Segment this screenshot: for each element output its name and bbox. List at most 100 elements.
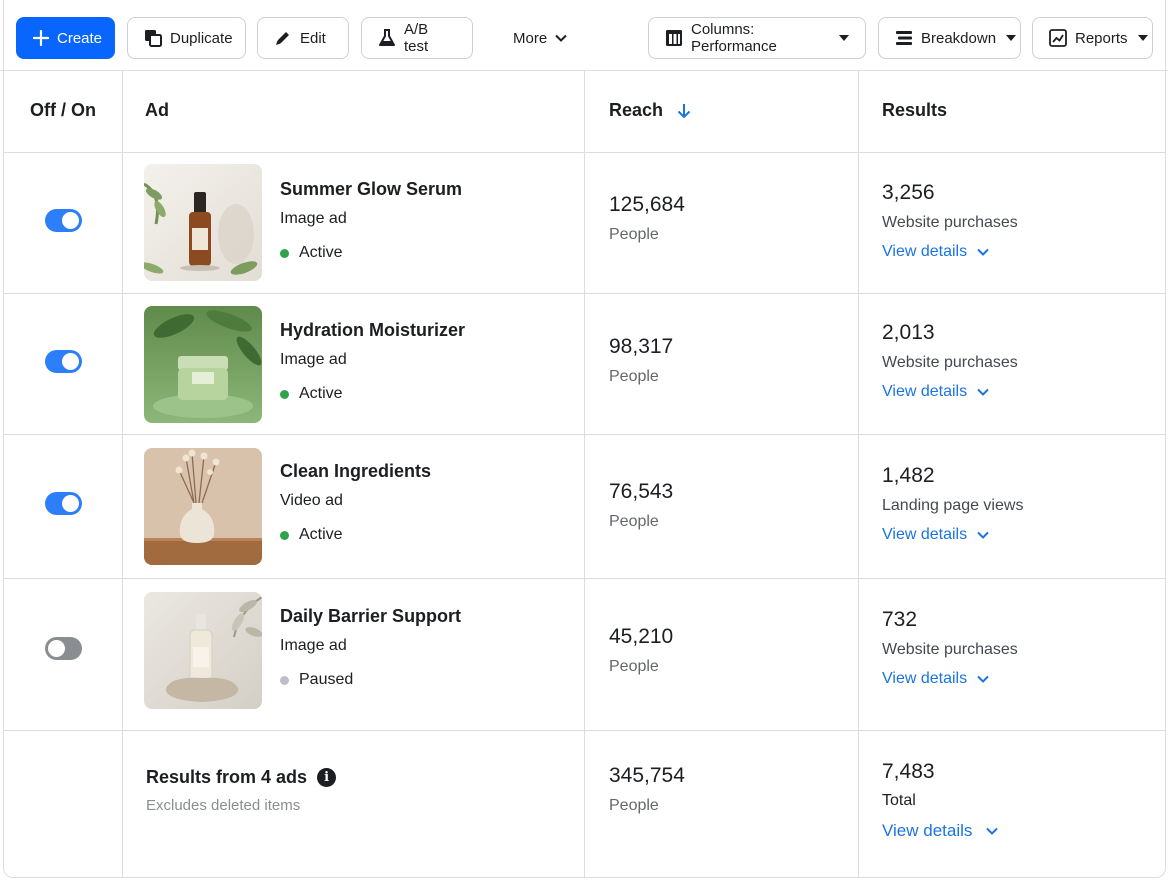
reach-unit: People <box>609 368 659 385</box>
ad-type: Video ad <box>280 492 343 509</box>
ad-toggle[interactable] <box>45 350 82 373</box>
ad-toggle[interactable] <box>45 209 82 232</box>
status-label: Paused <box>299 671 354 688</box>
duplicate-button[interactable]: Duplicate <box>127 17 246 59</box>
status-dot-icon <box>280 248 289 258</box>
ad-thumbnail[interactable] <box>144 306 262 423</box>
header-ad[interactable]: Ad <box>145 100 169 121</box>
header-toggle: Off / On <box>30 100 96 120</box>
caret-down-icon <box>1137 35 1148 41</box>
chevron-down-icon <box>555 34 567 42</box>
view-details-link[interactable]: View details <box>882 670 989 688</box>
view-details-link[interactable]: View details <box>882 526 989 544</box>
edit-button[interactable]: Edit <box>257 17 349 59</box>
breakdown-dropdown[interactable]: Breakdown <box>878 17 1021 59</box>
flask-icon <box>379 29 395 46</box>
status-badge: Active <box>280 385 343 403</box>
row-divider <box>3 152 1166 153</box>
ad-name[interactable]: Daily Barrier Support <box>280 606 461 627</box>
status-dot-icon <box>280 675 289 685</box>
results-value: 1,482 <box>882 464 935 487</box>
row-divider <box>3 293 1166 294</box>
view-details-label: View details <box>882 821 973 840</box>
reports-dropdown[interactable]: Reports <box>1032 17 1153 59</box>
breakdown-label: Breakdown <box>921 29 997 47</box>
duplicate-icon <box>145 30 162 47</box>
row-divider <box>3 434 1166 435</box>
ad-toggle[interactable] <box>45 492 82 515</box>
status-dot-icon <box>280 389 289 399</box>
column-divider <box>122 71 123 878</box>
result-type: Website purchases <box>882 214 1018 231</box>
chevron-down-icon <box>986 827 999 835</box>
view-details-link[interactable]: View details <box>882 383 989 401</box>
results-value: 3,256 <box>882 181 935 204</box>
create-label: Create <box>57 29 103 47</box>
reach-value: 76,543 <box>609 480 674 503</box>
ad-type: Image ad <box>280 637 347 654</box>
duplicate-label: Duplicate <box>170 29 233 47</box>
reach-value: 125,684 <box>609 193 685 216</box>
results-value: 2,013 <box>882 321 935 344</box>
header-reach-label: Reach <box>609 100 664 120</box>
ad-thumbnail[interactable] <box>144 592 262 709</box>
ab-test-label: A/B test <box>404 21 429 55</box>
more-button[interactable]: More <box>496 17 582 59</box>
column-divider <box>584 71 585 878</box>
reach-value: 98,317 <box>609 335 674 358</box>
breakdown-icon <box>896 31 912 45</box>
result-type: Landing page views <box>882 497 1024 514</box>
status-badge: Paused <box>280 671 353 689</box>
header-reach[interactable]: Reach <box>609 100 691 121</box>
pencil-icon <box>276 32 289 45</box>
view-details-link[interactable]: View details <box>882 821 999 841</box>
header-results[interactable]: Results <box>882 100 947 121</box>
more-label: More <box>513 29 548 47</box>
ab-test-button[interactable]: A/B test <box>361 17 473 59</box>
status-label: Active <box>299 385 343 402</box>
plus-icon <box>33 30 49 46</box>
summary-reach-value: 345,754 <box>609 764 685 787</box>
view-details-label: View details <box>882 243 968 260</box>
toolbar: Create Duplicate Edit A/B test More Colu… <box>0 0 1168 71</box>
ad-type: Image ad <box>280 210 347 227</box>
reports-label: Reports <box>1075 29 1128 47</box>
toggle-knob <box>62 353 79 370</box>
toggle-knob <box>48 640 65 657</box>
ad-type: Image ad <box>280 351 347 368</box>
view-details-label: View details <box>882 383 968 400</box>
ad-thumbnail[interactable] <box>144 448 262 565</box>
status-badge: Active <box>280 244 343 262</box>
chart-icon <box>1049 29 1067 47</box>
ad-name[interactable]: Hydration Moisturizer <box>280 320 465 341</box>
ad-name[interactable]: Clean Ingredients <box>280 461 431 482</box>
info-icon[interactable]: i <box>317 768 337 787</box>
columns-label: Columns: Performance <box>691 21 777 55</box>
caret-down-icon <box>839 35 849 41</box>
results-value: 732 <box>882 608 918 631</box>
view-details-link[interactable]: View details <box>882 243 989 261</box>
summary-results-value: 7,483 <box>882 760 935 783</box>
chevron-down-icon <box>977 388 989 396</box>
column-divider <box>858 71 859 878</box>
reach-unit: People <box>609 658 659 675</box>
columns-dropdown[interactable]: Columns: Performance <box>648 17 866 59</box>
view-details-label: View details <box>882 526 968 543</box>
summary-reach-unit: People <box>609 797 659 814</box>
create-button[interactable]: Create <box>16 17 115 59</box>
reach-unit: People <box>609 513 659 530</box>
ad-toggle[interactable] <box>45 637 82 660</box>
view-details-label: View details <box>882 670 968 687</box>
toggle-knob <box>62 212 79 229</box>
columns-icon <box>666 30 682 46</box>
summary-title: Results from 4 ads i <box>146 767 337 788</box>
summary-title-label: Results from 4 ads <box>146 767 308 787</box>
ad-name[interactable]: Summer Glow Serum <box>280 179 462 200</box>
chevron-down-icon <box>977 248 989 256</box>
status-label: Active <box>299 244 343 261</box>
ad-thumbnail[interactable] <box>144 164 262 281</box>
result-type: Website purchases <box>882 354 1018 371</box>
status-label: Active <box>299 526 343 543</box>
row-divider <box>3 730 1166 731</box>
status-badge: Active <box>280 526 343 544</box>
